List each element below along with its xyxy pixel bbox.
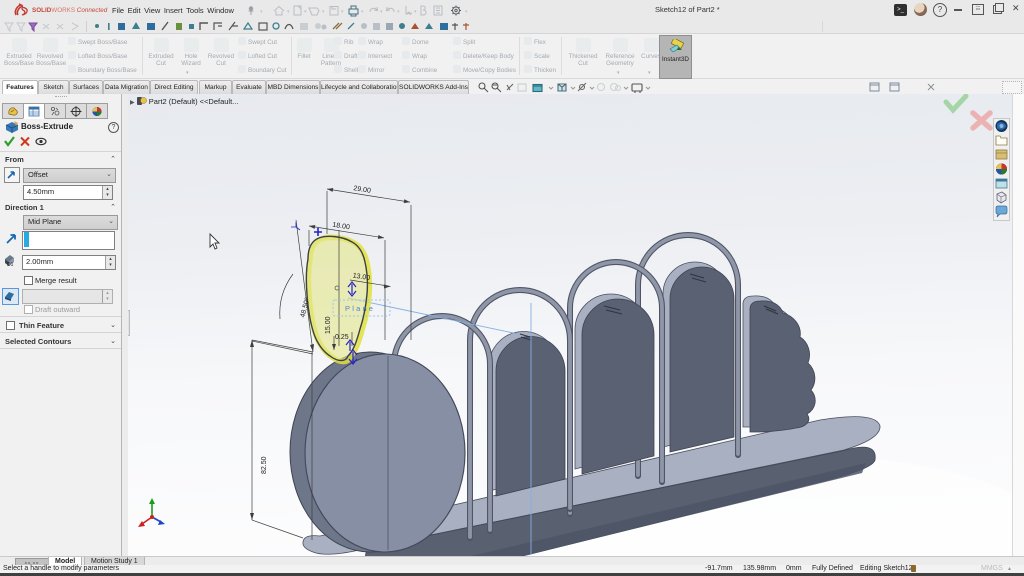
svg-text:0.25: 0.25 [335,334,349,341]
svg-text:▾: ▾ [465,9,468,15]
svg-text:▾: ▾ [260,9,263,15]
svg-text:Plane: Plane [345,304,375,313]
svg-text:15.00: 15.00 [325,316,332,334]
svg-text:82.50: 82.50 [261,456,268,474]
svg-text:▾: ▾ [341,9,344,15]
svg-text:▾: ▾ [414,9,417,15]
svg-text:▾: ▾ [322,9,325,15]
svg-text:D1: D1 [7,262,14,267]
svg-text:▾: ▾ [287,9,290,15]
svg-text:▾: ▾ [397,9,400,15]
svg-text:▾: ▾ [361,9,364,15]
svg-text:▾: ▾ [380,9,383,15]
svg-text:▾: ▾ [304,9,307,15]
